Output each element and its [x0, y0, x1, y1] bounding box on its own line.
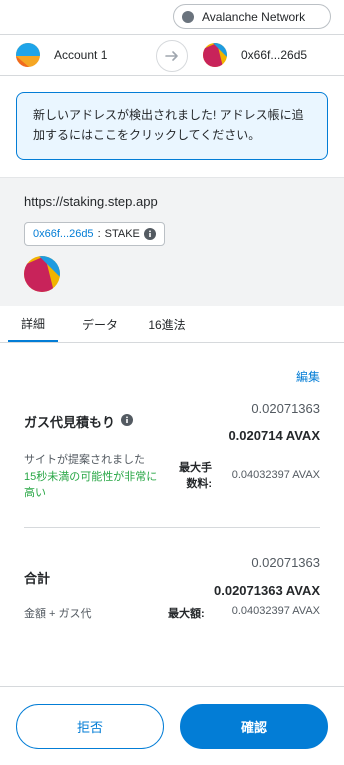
total-subtitle: 金額 + ガス代	[24, 608, 92, 620]
recipient-account[interactable]: 0x66f...26d5	[203, 43, 307, 67]
section-divider	[24, 527, 320, 528]
info-icon[interactable]	[121, 414, 134, 429]
transaction-tabs: 詳細 データ 16進法	[0, 306, 344, 343]
confirm-button[interactable]: 確認	[180, 704, 328, 749]
gas-estimate-label: ガス代見積もり	[24, 415, 116, 430]
total-label: 合計	[24, 571, 51, 586]
contract-method-chip[interactable]: 0x66f...26d5 : STAKE	[24, 222, 165, 246]
reject-button[interactable]: 拒否	[16, 704, 164, 749]
gas-suggested-by: サイトが提案されました	[24, 454, 145, 466]
sender-account-label: Account 1	[54, 48, 108, 62]
tab-data[interactable]: データ	[72, 306, 128, 342]
method-name: STAKE	[104, 228, 140, 240]
gas-time-estimate: 15秒未満の可能性が非常に高い	[24, 471, 158, 499]
max-fee-label: 最大手数料:	[179, 462, 212, 490]
network-label: Avalanche Network	[202, 9, 306, 24]
max-fee-value: 0.04032397 AVAX	[231, 469, 320, 481]
total-secondary: 0.02071363	[251, 555, 320, 570]
action-footer: 拒否 確認	[0, 686, 344, 765]
recipient-avatar	[203, 43, 227, 67]
sender-avatar	[16, 43, 40, 67]
info-icon[interactable]	[143, 228, 156, 240]
gas-fee-primary: 0.020714 AVAX	[228, 428, 320, 443]
network-selector[interactable]: Avalanche Network	[173, 4, 331, 29]
recipient-address: 0x66f...26d5	[241, 48, 308, 62]
total-primary: 0.02071363 AVAX	[214, 583, 320, 598]
tab-hex[interactable]: 16進法	[138, 306, 196, 342]
gas-fee-secondary: 0.02071363	[251, 401, 320, 416]
new-address-notice[interactable]: 新しいアドレスが検出されました! アドレス帳に追加するにはここをクリックしてくだ…	[16, 92, 328, 160]
contract-address[interactable]: 0x66f...26d5	[33, 228, 94, 240]
max-amount-label: 最大額:	[168, 608, 205, 620]
arrow-right-icon	[156, 40, 188, 72]
max-amount-value: 0.04032397 AVAX	[231, 605, 320, 617]
account-bar: Account 1 0x66f...26d5	[0, 34, 344, 76]
gas-estimate-heading: ガス代見積もり	[24, 412, 134, 431]
top-bar: Avalanche Network	[0, 0, 344, 34]
edit-gas-link[interactable]: 編集	[296, 368, 320, 385]
tab-details[interactable]: 詳細	[8, 306, 58, 342]
sender-account[interactable]: Account 1	[16, 43, 107, 67]
origin-url: https://staking.step.app	[24, 194, 158, 209]
method-separator: :	[97, 228, 101, 240]
network-status-dot	[182, 10, 194, 23]
origin-panel: https://staking.step.app 0x66f...26d5 : …	[0, 177, 344, 306]
contract-avatar	[24, 256, 60, 292]
